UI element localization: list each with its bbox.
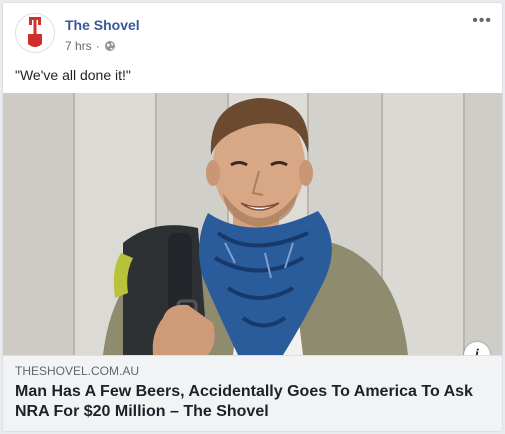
more-options-icon[interactable]: ••• <box>472 13 492 29</box>
globe-icon[interactable] <box>104 40 116 52</box>
page-avatar[interactable] <box>15 13 55 53</box>
page-name-link[interactable]: The Shovel <box>65 17 140 33</box>
post-header: The Shovel 7 hrs · ••• <box>15 13 492 59</box>
post-timestamp[interactable]: 7 hrs <box>65 39 92 53</box>
post-message: "We've all done it!" <box>15 67 131 83</box>
meta-separator: · <box>95 39 100 53</box>
man-with-scarf-photo <box>3 93 502 355</box>
shovel-logo-icon <box>28 17 42 47</box>
post-card: The Shovel 7 hrs · ••• "We've all done i… <box>2 2 503 432</box>
link-preview-image[interactable] <box>3 93 502 355</box>
post-meta: 7 hrs · <box>65 39 116 53</box>
link-domain: THESHOVEL.COM.AU <box>15 364 140 378</box>
link-headline[interactable]: Man Has A Few Beers, Accidentally Goes T… <box>15 382 490 422</box>
link-preview-caption[interactable]: THESHOVEL.COM.AU Man Has A Few Beers, Ac… <box>3 355 502 431</box>
